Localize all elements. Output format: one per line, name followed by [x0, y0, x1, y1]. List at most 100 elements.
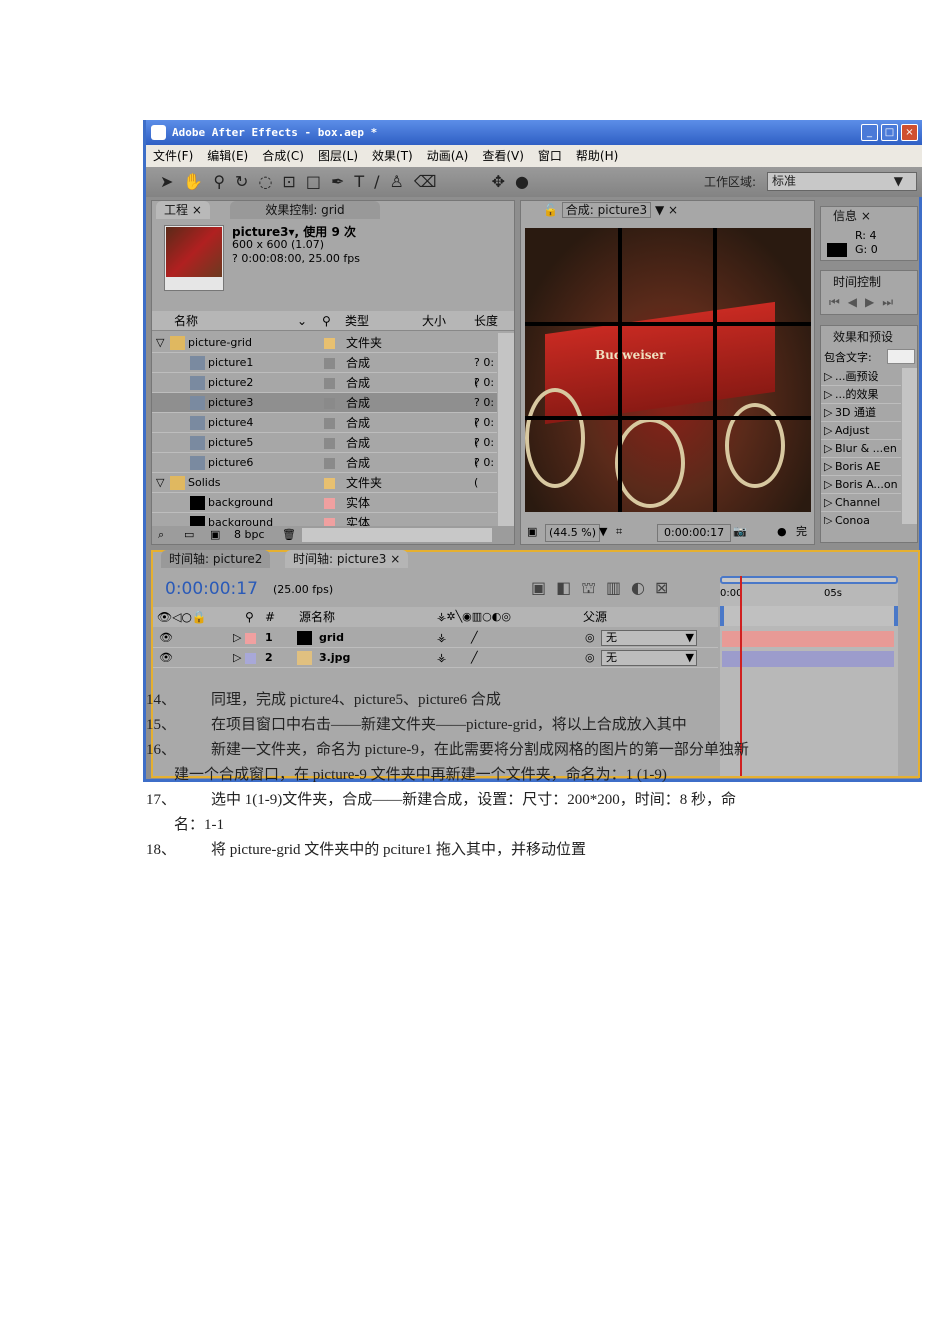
selection-tool-icon[interactable]: ➤	[160, 172, 173, 191]
tab-info[interactable]: 信息 ×	[825, 207, 879, 225]
expand-triangle-icon[interactable]: ▷	[233, 628, 241, 648]
column-source-name[interactable]: 源名称	[299, 607, 335, 627]
label-swatch[interactable]	[245, 633, 256, 644]
label-swatch[interactable]	[324, 458, 335, 469]
menu-window[interactable]: 窗口	[538, 149, 562, 163]
expand-triangle-icon[interactable]: ▷	[824, 386, 832, 404]
quality-switch-icon[interactable]: ╱	[471, 648, 478, 668]
layer-row[interactable]: 👁 ▷ 1 grid ⚶ ╱ ◎ 无 ▼	[153, 628, 718, 648]
close-button[interactable]: ×	[901, 124, 918, 141]
label-swatch[interactable]	[324, 438, 335, 449]
playback-controls[interactable]: ⏮◀▶⏭	[829, 295, 901, 310]
minimize-button[interactable]: _	[861, 124, 878, 141]
layer-name[interactable]: grid	[319, 628, 344, 648]
menu-file[interactable]: 文件(F)	[153, 149, 193, 163]
pen-tool-icon[interactable]: ✒	[331, 172, 344, 191]
project-item[interactable]: picture5 合成? 0:(	[152, 433, 497, 469]
hand-tool-icon[interactable]: ✋	[183, 172, 203, 191]
label-swatch[interactable]	[324, 378, 335, 389]
column-parent[interactable]: 父源	[583, 607, 607, 627]
menu-view[interactable]: 查看(V)	[482, 149, 524, 163]
effect-category[interactable]: ▷ 3D 通道	[821, 404, 901, 422]
channels-icon[interactable]: ●	[777, 521, 787, 543]
always-preview-icon[interactable]: ▣	[527, 521, 537, 543]
project-item[interactable]: picture3 合成? 0:(	[152, 393, 497, 429]
snapshot-icon[interactable]: 📷	[733, 521, 747, 543]
project-item[interactable]: background 实体	[152, 493, 497, 513]
project-item[interactable]: picture2合成? 0:(	[152, 373, 497, 409]
horizontal-scrollbar[interactable]	[302, 528, 492, 542]
timeline-switches[interactable]: ▣◧⛫▥◐⊠	[531, 578, 678, 599]
axis-icon[interactable]: ✥	[492, 172, 505, 191]
resolution-select[interactable]: 完	[796, 521, 807, 543]
composition-viewer[interactable]: Budweiser	[525, 228, 811, 512]
quality-switch-icon[interactable]: ╱	[471, 628, 478, 648]
maximize-button[interactable]: □	[881, 124, 898, 141]
label-swatch[interactable]	[324, 358, 335, 369]
effects-scrollbar[interactable]	[902, 368, 917, 524]
parent-select[interactable]: 无 ▼	[601, 650, 697, 666]
rectangle-tool-icon[interactable]: □	[306, 172, 321, 191]
tab-composition[interactable]: 🔓 合成: picture3 ▼ ×	[535, 201, 687, 219]
expand-triangle-icon[interactable]: ▷	[824, 404, 832, 422]
label-swatch[interactable]	[324, 338, 335, 349]
expand-triangle-icon[interactable]: ▷	[824, 440, 832, 458]
layer-bar-3jpg[interactable]	[722, 651, 894, 667]
effect-category[interactable]: ▷ Boris A...on	[821, 476, 901, 494]
work-area-bar[interactable]	[720, 576, 898, 584]
column-type[interactable]: 类型	[345, 311, 369, 331]
layer-bar-grid[interactable]	[722, 631, 894, 647]
label-swatch[interactable]	[324, 478, 335, 489]
effect-category[interactable]: ▷ Conoa	[821, 512, 901, 524]
orbit-camera-icon[interactable]: ◌	[258, 172, 272, 191]
menu-help[interactable]: 帮助(H)	[576, 149, 618, 163]
pickwhip-icon[interactable]: ◎	[585, 648, 595, 668]
expand-triangle-icon[interactable]: ▷	[824, 458, 832, 476]
find-icon[interactable]: ⌕	[158, 526, 164, 544]
project-item[interactable]: ▽ Solids 文件夹	[152, 473, 497, 493]
rotate-tool-icon[interactable]: ↻	[235, 172, 248, 191]
new-folder-icon[interactable]: ▭	[184, 526, 194, 544]
stamp-tool-icon[interactable]: ♙	[390, 172, 404, 191]
chevron-down-icon[interactable]: ▼	[599, 521, 607, 543]
project-scrollbar[interactable]	[498, 333, 514, 526]
effect-category[interactable]: ▷ Boris AE	[821, 458, 901, 476]
chevron-down-icon[interactable]: ⌄	[297, 311, 307, 331]
eye-icon[interactable]: 👁	[159, 628, 173, 648]
pickwhip-icon[interactable]: ◎	[585, 628, 595, 648]
pan-behind-icon[interactable]: ⊡	[282, 172, 295, 191]
expand-triangle-icon[interactable]: ▷	[233, 648, 241, 668]
expand-triangle-icon[interactable]: ▷	[824, 494, 832, 512]
expand-triangle-icon[interactable]: ▷	[824, 368, 832, 386]
label-swatch[interactable]	[324, 418, 335, 429]
project-item[interactable]: ▽ picture-grid 文件夹	[152, 333, 497, 353]
tab-timeline-picture2[interactable]: 时间轴: picture2	[161, 550, 271, 568]
menu-effect[interactable]: 效果(T)	[372, 149, 413, 163]
shy-switch-icon[interactable]: ⚶	[437, 628, 446, 648]
tab-effects-presets[interactable]: 效果和预设	[825, 328, 902, 346]
column-duration[interactable]: 长度	[474, 311, 498, 331]
project-item[interactable]: picture4 合成? 0:(	[152, 413, 497, 449]
eye-icon[interactable]: 👁	[159, 648, 173, 668]
expand-triangle-icon[interactable]: ▽	[156, 333, 164, 353]
workspace-select[interactable]: 标准 ▼	[767, 172, 917, 191]
effect-category[interactable]: ▷ Channel	[821, 494, 901, 512]
layer-name[interactable]: 3.jpg	[319, 648, 350, 668]
expand-triangle-icon[interactable]: ▽	[156, 473, 164, 493]
menu-layer[interactable]: 图层(L)	[318, 149, 358, 163]
project-item[interactable]: background 实体	[152, 513, 497, 526]
project-item[interactable]: picture1 合成? 0:(	[152, 353, 497, 389]
menu-edit[interactable]: 编辑(E)	[207, 149, 248, 163]
new-comp-icon[interactable]: ▣	[210, 526, 220, 544]
eraser-tool-icon[interactable]: ⌫	[414, 172, 437, 191]
label-swatch[interactable]	[324, 518, 335, 526]
tab-project[interactable]: 工程 ×	[156, 201, 210, 219]
safe-zones-icon[interactable]: ⌗	[616, 521, 622, 543]
trash-icon[interactable]: 🗑	[282, 526, 296, 544]
column-name[interactable]: 名称	[174, 311, 198, 331]
column-size[interactable]: 大小	[422, 311, 446, 331]
project-item[interactable]: picture6 合成? 0:(	[152, 453, 497, 489]
effect-category[interactable]: ▷ Adjust	[821, 422, 901, 440]
effect-category[interactable]: ▷ ...的效果	[821, 386, 901, 404]
effect-category[interactable]: ▷ Blur & ...en	[821, 440, 901, 458]
